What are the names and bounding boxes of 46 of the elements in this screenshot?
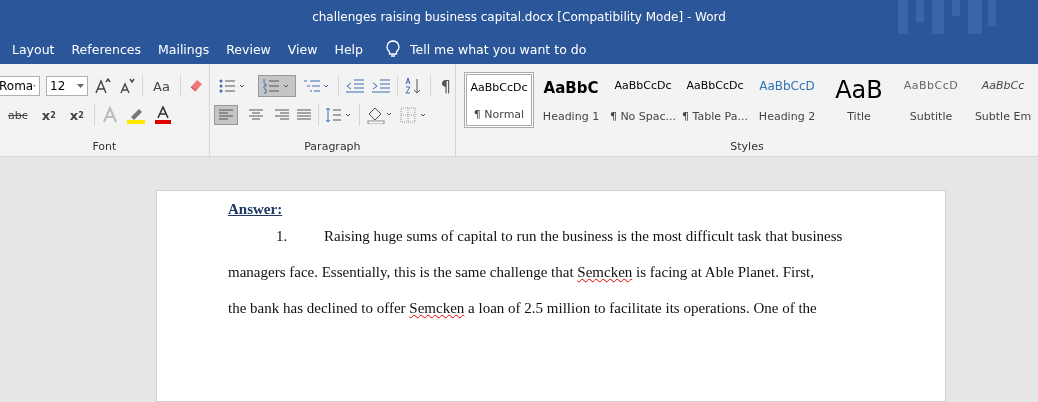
- style-tile[interactable]: AaBbCcDc ¶ Table Pa...: [680, 72, 750, 128]
- decrease-indent-icon[interactable]: [344, 78, 365, 94]
- style-tile[interactable]: AaBbCcD Heading 2: [752, 72, 822, 128]
- align-center-icon: [247, 108, 264, 122]
- justify-icon[interactable]: [295, 108, 312, 122]
- dropdown-arrow-icon: [33, 84, 36, 88]
- lightbulb-icon: [386, 40, 400, 58]
- style-tile[interactable]: AaB Title: [824, 72, 894, 128]
- tell-me-field[interactable]: Tell me what you want to do: [410, 41, 610, 57]
- shrink-font-icon[interactable]: [118, 77, 136, 95]
- superscript-button[interactable]: x$^{2}$: [65, 104, 88, 126]
- ribbon-tab[interactable]: References: [71, 37, 141, 61]
- dropdown-arrow-icon: [77, 84, 84, 88]
- borders-icon[interactable]: [399, 107, 428, 123]
- ribbon-tab[interactable]: Layout: [12, 37, 55, 61]
- font-size-dropdown[interactable]: 12: [46, 76, 88, 96]
- numbering-button[interactable]: [257, 75, 296, 97]
- group-label: Paragraph: [304, 139, 361, 153]
- line-spacing-icon[interactable]: [324, 107, 353, 123]
- body-paragraph: 1. Raising huge sums of capital to run the business is the most difficult task that business managers face. Essentially, this is the same challenge that Semcken is facing at Able Planet. First, the bank has declined to offer Semcken a loan of 2.5 million to facilitate its operations. One of the: [228, 227, 844, 318]
- show-formatting-button[interactable]: ¶: [436, 73, 455, 99]
- style-tile[interactable]: AaBbCcDc ¶ Normal: [464, 72, 534, 128]
- highlighter-icon[interactable]: [124, 106, 147, 124]
- grow-font-icon[interactable]: [94, 77, 112, 95]
- ribbon-tab[interactable]: Review: [226, 37, 271, 61]
- style-tile[interactable]: AaBbCcD Subtitle: [896, 72, 966, 128]
- style-tile[interactable]: AaBbC Heading 1: [536, 72, 606, 128]
- font-color-icon[interactable]: [152, 106, 173, 124]
- style-tile[interactable]: AaBbCcDc ¶ No Spac...: [608, 72, 678, 128]
- ribbon-tab[interactable]: Mailings: [157, 37, 210, 61]
- align-left-button[interactable]: [213, 105, 238, 125]
- align-right-icon[interactable]: [273, 108, 290, 122]
- answer-heading: Answer:: [228, 201, 284, 218]
- strikethrough-button[interactable]: abc: [4, 105, 32, 125]
- style-tile[interactable]: AaBbCc Subtle Em: [968, 72, 1038, 128]
- align-left-icon: [217, 108, 234, 122]
- group-label: Font: [92, 139, 117, 153]
- window-title: challenges raising business capital.docx [Compatibility Mode] - Word: [312, 10, 726, 24]
- ribbon-tab[interactable]: View: [287, 37, 318, 61]
- change-case-button[interactable]: Aa: [149, 75, 174, 97]
- font-name-dropdown[interactable]: Roma: [0, 76, 40, 96]
- text-effects-icon[interactable]: [100, 106, 119, 124]
- increase-indent-icon[interactable]: [370, 78, 391, 94]
- group-label: Styles: [730, 139, 764, 153]
- shading-icon[interactable]: [365, 106, 394, 124]
- ribbon-tab[interactable]: Help: [334, 37, 363, 61]
